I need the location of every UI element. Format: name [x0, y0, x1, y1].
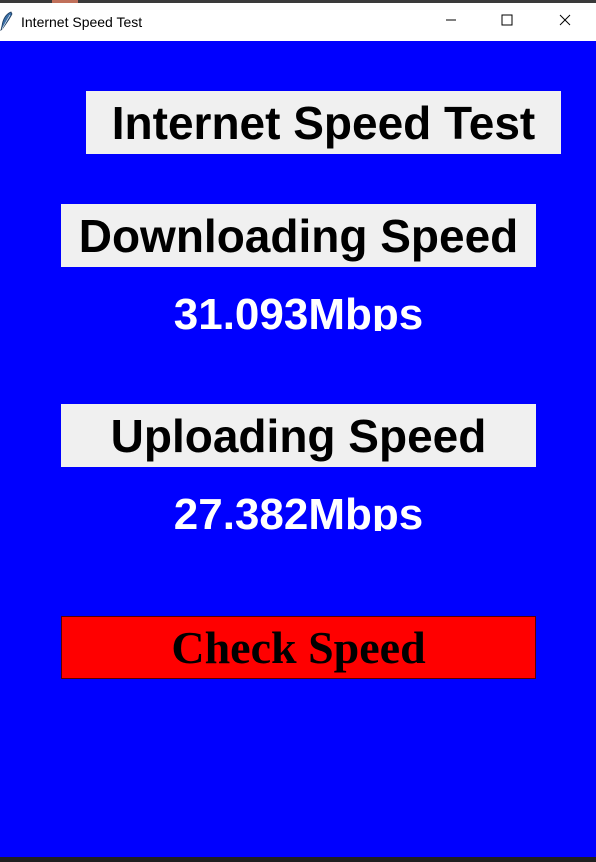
minimize-button[interactable]	[428, 3, 474, 41]
download-speed-label: Downloading Speed	[61, 204, 536, 267]
taskbar	[0, 857, 596, 862]
close-icon	[559, 13, 571, 31]
download-speed-value: 31.093Mbps	[173, 290, 424, 331]
page-title: Internet Speed Test	[86, 91, 561, 154]
upload-speed-label: Uploading Speed	[61, 404, 536, 467]
feather-icon	[0, 11, 14, 32]
title-bar[interactable]: Internet Speed Test	[0, 3, 596, 41]
client-area: Internet Speed Test Downloading Speed 31…	[0, 41, 596, 857]
upload-speed-value: 27.382Mbps	[173, 490, 424, 531]
maximize-button[interactable]	[484, 3, 530, 41]
app-window: Internet Speed Test Internet Speed Test …	[0, 3, 596, 857]
maximize-icon	[501, 13, 513, 31]
check-speed-button[interactable]: Check Speed	[61, 616, 536, 679]
minimize-icon	[445, 13, 457, 31]
close-button[interactable]	[542, 3, 588, 41]
window-title: Internet Speed Test	[21, 14, 143, 30]
